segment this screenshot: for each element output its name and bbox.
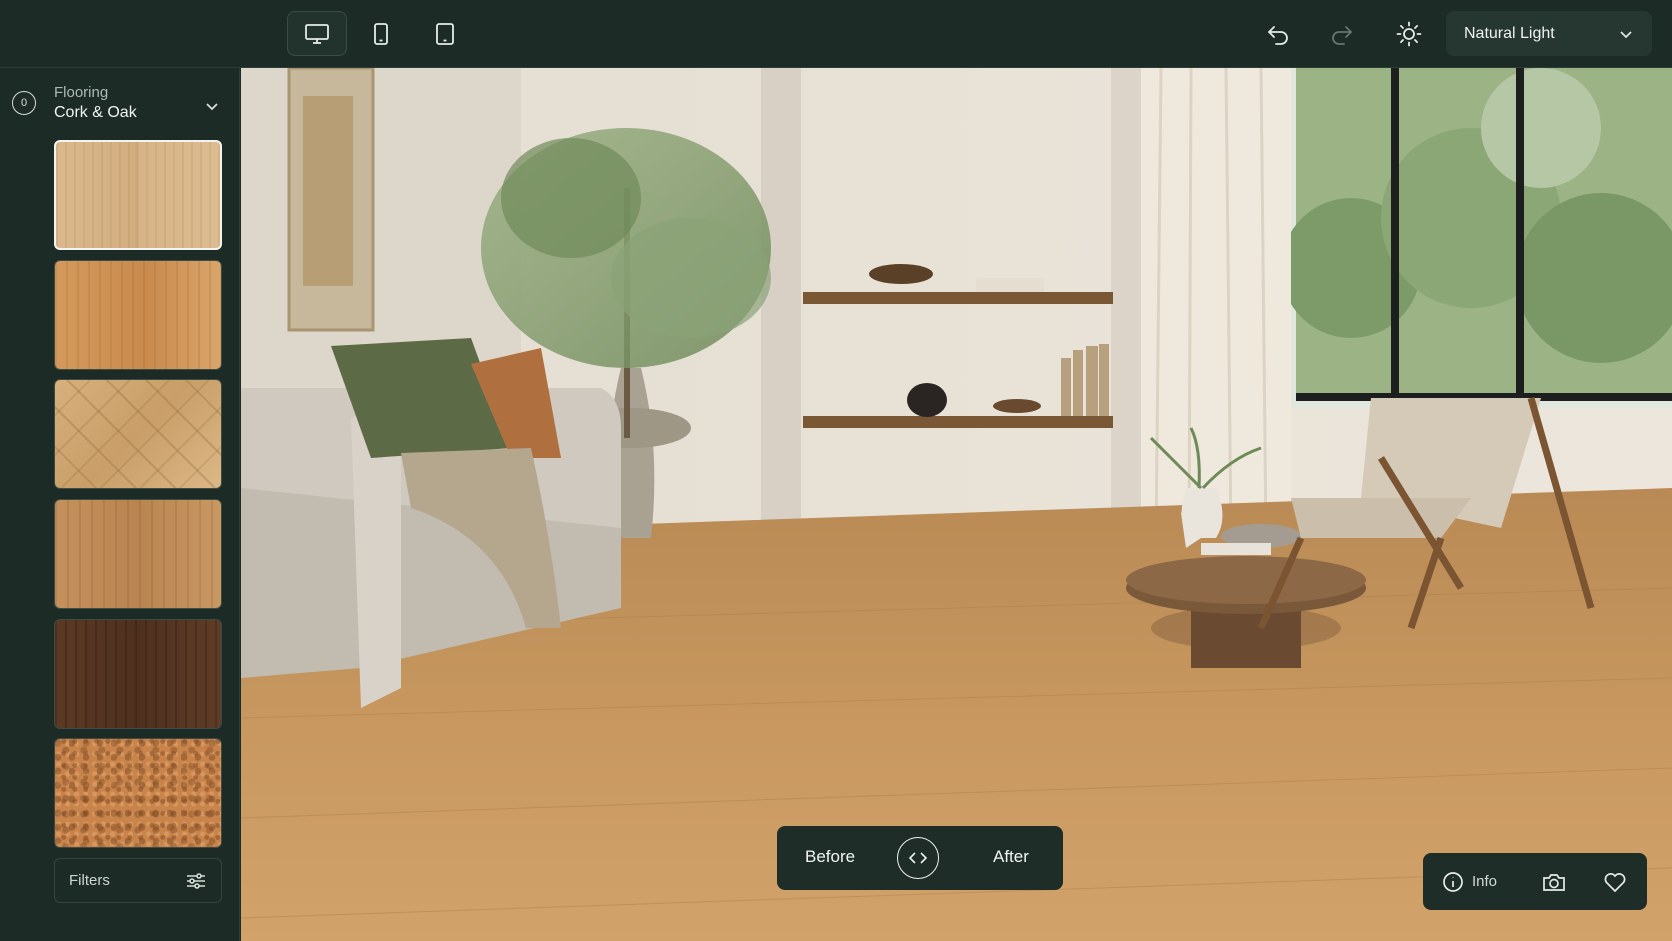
- phone-icon: [374, 22, 388, 45]
- redo-button[interactable]: [1325, 17, 1359, 51]
- camera-icon: [1543, 873, 1565, 891]
- snapshot-button[interactable]: [1541, 853, 1567, 910]
- swatch-dark-walnut[interactable]: [54, 619, 222, 729]
- swatch-honey-oak[interactable]: [54, 260, 222, 370]
- category-badge-icon: 0: [12, 91, 36, 115]
- desktop-view-button[interactable]: [287, 11, 347, 56]
- after-label[interactable]: After: [993, 847, 1029, 867]
- undo-icon: [1268, 26, 1288, 45]
- chevron-down-icon: [1620, 30, 1632, 38]
- before-after-compare: Before After: [777, 826, 1063, 890]
- info-icon: [1443, 871, 1463, 892]
- phone-view-button[interactable]: [351, 11, 411, 56]
- desktop-icon: [305, 23, 329, 44]
- filters-label: Filters: [69, 872, 110, 889]
- favorite-button[interactable]: [1603, 853, 1627, 910]
- sliders-icon: [187, 872, 205, 889]
- category-value: Cork & Oak: [54, 104, 137, 121]
- tablet-icon: [436, 22, 454, 45]
- code-arrows-icon: [908, 852, 928, 864]
- lighting-select[interactable]: Natural Light: [1446, 11, 1652, 56]
- heart-icon: [1604, 872, 1626, 892]
- swatch-natural-oak[interactable]: [54, 499, 222, 609]
- device-view-switcher: [287, 11, 475, 56]
- swatch-light-oak[interactable]: [54, 140, 222, 250]
- lighting-toggle-button[interactable]: [1392, 17, 1426, 51]
- category-dropdown[interactable]: 0 Flooring Cork & Oak: [0, 80, 240, 130]
- filters-button[interactable]: Filters: [54, 858, 222, 903]
- top-toolbar: Natural Light: [0, 0, 1672, 68]
- swatch-herringbone-oak[interactable]: [54, 379, 222, 489]
- undo-button[interactable]: [1261, 17, 1295, 51]
- sun-icon: [1396, 21, 1422, 47]
- compare-slider-handle[interactable]: [897, 837, 939, 879]
- room-preview[interactable]: [241, 68, 1672, 941]
- before-label[interactable]: Before: [805, 847, 855, 867]
- swatch-cork[interactable]: [54, 738, 222, 848]
- material-sidebar: 0 Flooring Cork & Oak Filters: [0, 68, 240, 941]
- redo-icon: [1332, 26, 1352, 45]
- lighting-select-value: Natural Light: [1464, 24, 1555, 42]
- chevron-down-icon: [204, 98, 220, 119]
- category-label: Flooring: [54, 84, 109, 101]
- room-render: [241, 68, 1672, 941]
- info-label: Info: [1472, 873, 1498, 890]
- info-button[interactable]: Info: [1442, 853, 1497, 910]
- tablet-view-button[interactable]: [415, 11, 475, 56]
- action-bar: Info: [1423, 853, 1647, 910]
